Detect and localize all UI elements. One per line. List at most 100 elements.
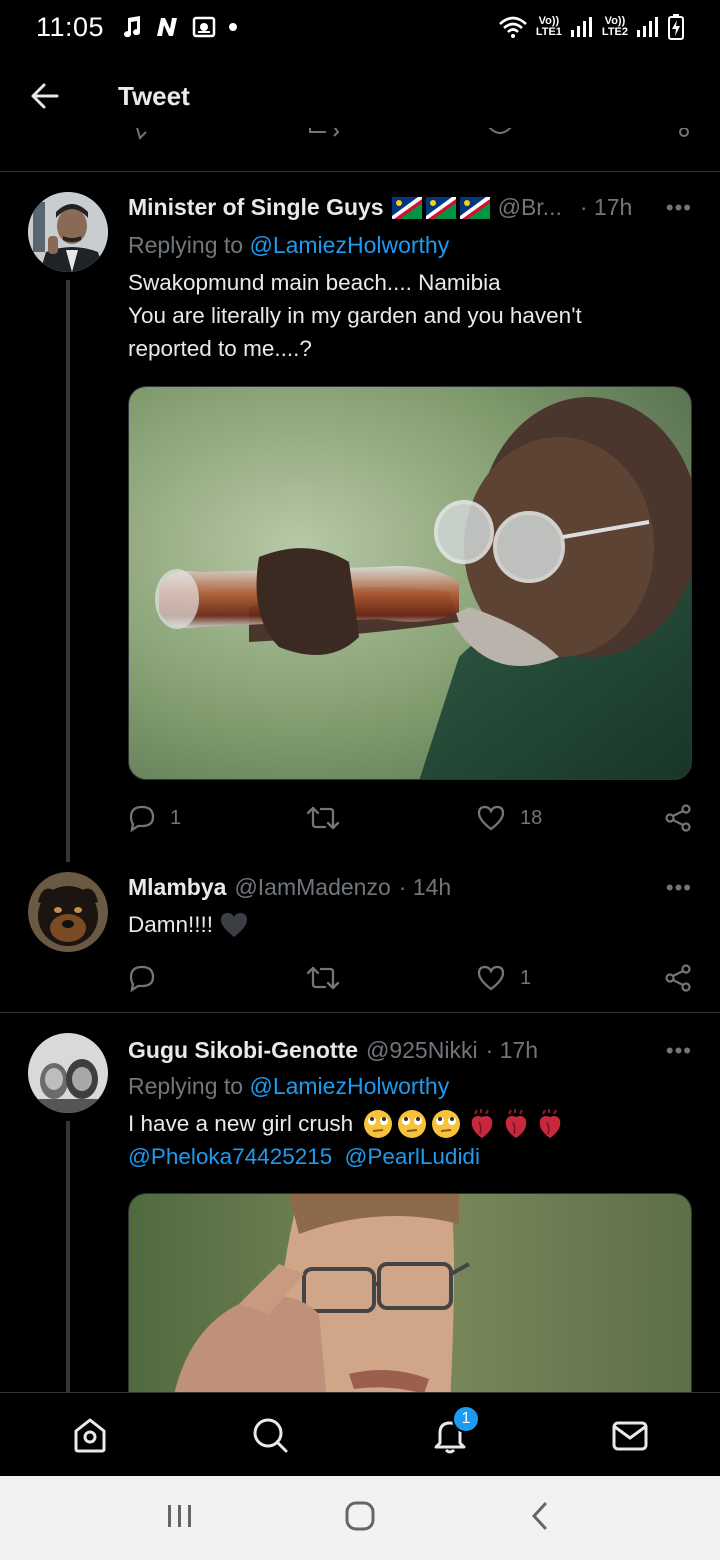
replying-to: Replying to @LamiezHolworthy (128, 1073, 450, 1099)
tweet-text: I have a new girl crush @Pheloka74425215… (128, 1107, 680, 1173)
retweet-button[interactable] (306, 965, 476, 991)
anatomical-heart-emoji-icon (505, 1108, 527, 1138)
tweet-1[interactable]: Minister of Single Guys @Br... · 17h •••… (0, 172, 720, 862)
share-icon (665, 964, 691, 992)
retweet-icon[interactable] (306, 128, 342, 144)
tweet-3[interactable]: Gugu Sikobi-Genotte @925Nikki · 17h ••• … (0, 1013, 720, 1392)
thread-line (66, 1121, 70, 1392)
heart-icon (477, 965, 505, 991)
reply-button[interactable] (128, 964, 306, 992)
mention-link[interactable]: @LamiezHolworthy (249, 232, 449, 258)
signal-1-icon (570, 17, 592, 37)
replying-to: Replying to @LamiezHolworthy (128, 232, 450, 258)
tweet-timestamp[interactable]: · 17h (486, 1037, 538, 1064)
share-icon (665, 804, 691, 832)
tweet-author-name[interactable]: Mlambya (128, 874, 226, 901)
retweet-button[interactable] (306, 805, 476, 831)
rolling-eyes-emoji-icon (398, 1109, 427, 1138)
share-button[interactable] (664, 964, 692, 992)
tweet-image[interactable] (128, 1193, 692, 1392)
tweet-text: Damn!!!! (128, 908, 680, 941)
mention-link[interactable]: @Pheloka74425215 (128, 1144, 332, 1169)
reply-icon[interactable] (132, 128, 156, 144)
back-nav-button[interactable] (525, 1501, 555, 1536)
back-button[interactable] (0, 54, 90, 138)
like-button[interactable]: 1 (476, 964, 652, 992)
lte2-label: Vo)) LTE2 (601, 15, 628, 38)
tweet-timestamp[interactable]: · 14h (399, 874, 451, 901)
mail-icon (612, 1421, 648, 1450)
namibia-flag-icon (459, 196, 490, 219)
nav-search[interactable] (230, 1395, 310, 1475)
thread-line (66, 280, 70, 862)
previous-tweet-actions (0, 128, 720, 172)
like-button[interactable]: 18 (476, 804, 652, 832)
page-title: Tweet (118, 80, 190, 111)
dot-icon (229, 23, 238, 31)
tweet-author-name[interactable]: Minister of Single Guys (128, 194, 384, 221)
status-bar: 11:05 Vo)) LTE1 Vo)) LTE2 (0, 0, 720, 54)
more-options-icon[interactable]: ••• (666, 195, 692, 221)
signal-2-icon (637, 17, 658, 37)
wifi-icon (498, 16, 527, 38)
n-app-icon (157, 18, 178, 36)
avatar-image (28, 872, 108, 952)
share-icon[interactable] (674, 128, 694, 144)
share-button[interactable] (664, 804, 692, 832)
tweet-author-name[interactable]: Gugu Sikobi-Genotte (128, 1037, 358, 1064)
nav-home[interactable] (50, 1395, 130, 1475)
more-options-icon[interactable]: ••• (666, 875, 692, 901)
avatar[interactable] (28, 1033, 108, 1113)
anatomical-heart-emoji-icon (471, 1108, 493, 1138)
retweet-icon (306, 966, 340, 990)
tweet-author-handle[interactable]: @IamMadenzo (234, 874, 390, 901)
avatar-image (28, 192, 108, 272)
photo-man-with-glasses (129, 1194, 691, 1392)
tweet-image[interactable] (128, 386, 692, 780)
tweet-actions: 1 (128, 956, 692, 1000)
tweet-timestamp[interactable]: · 17h (580, 194, 632, 221)
heart-icon[interactable] (486, 128, 514, 144)
black-heart-emoji-icon (221, 912, 248, 937)
lte1-label: Vo)) LTE1 (535, 15, 562, 38)
namibia-flag-icon (391, 196, 422, 219)
reply-icon (129, 805, 155, 832)
battery-charging-icon (668, 14, 684, 40)
heart-icon (477, 805, 505, 831)
search-icon (253, 1418, 288, 1452)
mention-link[interactable]: @PearlLudidi (345, 1144, 480, 1169)
tweet-2[interactable]: Mlambya @IamMadenzo · 14h ••• Damn!!!! 1 (0, 862, 720, 1013)
chevron-left-icon (532, 1502, 547, 1529)
photo-old-man-drinking (129, 387, 691, 779)
status-time: 11:05 (36, 11, 105, 42)
namibia-flag-icon (425, 196, 456, 219)
mention-link[interactable]: @LamiezHolworthy (249, 1073, 449, 1099)
home-button[interactable] (344, 1500, 376, 1537)
arrow-left-icon (31, 83, 59, 109)
recent-apps-icon (167, 1504, 191, 1527)
retweet-icon (306, 806, 340, 830)
reply-button[interactable]: 1 (128, 804, 306, 832)
rolling-eyes-emoji-icon (364, 1109, 393, 1138)
tweet-text: Swakopmund main beach.... Namibia You ar… (128, 270, 582, 361)
system-navigation-bar (0, 1476, 720, 1560)
gallery-icon (192, 16, 216, 38)
rolling-eyes-emoji-icon (432, 1109, 461, 1138)
tweet-actions: 1 18 (128, 796, 692, 840)
avatar[interactable] (28, 872, 108, 952)
anatomical-heart-emoji-icon (539, 1108, 561, 1138)
top-app-bar: Tweet (0, 54, 720, 138)
tweet-author-handle[interactable]: @925Nikki (366, 1037, 478, 1064)
music-note-icon (124, 16, 141, 38)
bottom-navigation: 1 (0, 1392, 720, 1476)
recent-apps-button[interactable] (165, 1501, 195, 1536)
nav-notifications[interactable]: 1 (410, 1395, 490, 1475)
more-options-icon[interactable]: ••• (666, 1038, 692, 1064)
home-circle-icon (345, 1501, 375, 1530)
avatar-image (28, 1033, 108, 1113)
nav-messages[interactable] (590, 1395, 670, 1475)
notifications-badge: 1 (452, 1404, 480, 1433)
avatar[interactable] (28, 192, 108, 272)
tweet-author-handle[interactable]: @Br... (498, 194, 562, 221)
home-icon (74, 1418, 106, 1452)
